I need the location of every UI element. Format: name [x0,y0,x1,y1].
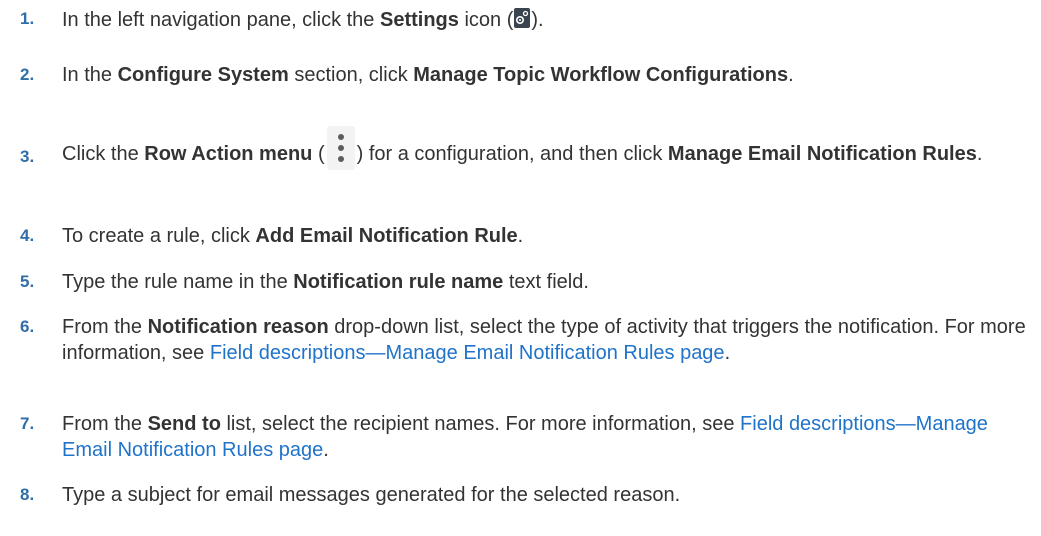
step-text: Click the Row Action menu () for a confi… [62,126,1034,170]
step-number: 4. [20,226,35,245]
step-text: In the left navigation pane, click the S… [62,8,544,31]
kebab-menu-icon [326,126,355,170]
step-text: Type a subject for email messages genera… [62,484,681,506]
settings-label: Settings [379,9,459,31]
step-number: 8. [20,485,35,504]
step-number: 5. [20,272,35,291]
step-text: To create a rule, click Add Email Notifi… [62,225,524,247]
step-number: 6. [20,317,35,336]
step-text: From the Send to list, select the recipi… [62,413,988,461]
step-number: 3. [20,147,35,166]
settings-gear-icon [514,8,531,28]
step-text: Type the rule name in the Notification r… [62,271,589,293]
step-text: In the Configure System section, click M… [62,64,794,86]
step-number: 2. [20,65,35,84]
step-number: 1. [20,9,35,28]
step-number: 7. [20,414,35,433]
step-text: From the Notification reason drop-down l… [62,316,1026,364]
field-descriptions-link[interactable]: Field descriptions—Manage Email Notifica… [210,342,725,364]
